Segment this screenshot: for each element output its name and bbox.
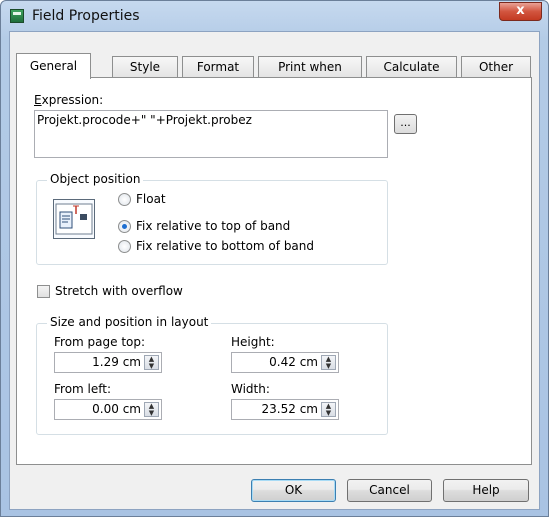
from-left-value: 0.00 cm (92, 402, 141, 416)
tab-other[interactable]: Other (461, 56, 531, 78)
layout-group-title: Size and position in layout (47, 315, 212, 329)
from-top-label: From page top: (54, 335, 146, 349)
close-icon: x (516, 3, 525, 18)
tab-style[interactable]: Style (112, 56, 178, 78)
expression-label-rest: xpression: (41, 93, 104, 107)
radio-float-label: Float (136, 192, 166, 206)
spin-arrows-icon[interactable]: ▲ ▼ (321, 402, 336, 417)
spin-arrows-icon[interactable]: ▲ ▼ (144, 402, 159, 417)
spin-arrows-icon[interactable]: ▲ ▼ (144, 355, 159, 370)
width-stepper[interactable]: 23.52 cm ▲ ▼ (231, 399, 339, 420)
stretch-checkbox[interactable] (37, 285, 50, 298)
expression-browse-button[interactable]: ... (394, 114, 417, 134)
radio-fix-bottom-label: Fix relative to bottom of band (136, 239, 315, 253)
object-position-title: Object position (47, 172, 144, 186)
from-top-value: 1.29 cm (92, 355, 141, 369)
tab-format[interactable]: Format (182, 56, 254, 78)
app-icon (10, 9, 24, 23)
title-bar: Field Properties x (1, 1, 548, 31)
from-left-label: From left: (54, 382, 112, 396)
radio-float[interactable] (118, 193, 131, 206)
from-top-stepper[interactable]: 1.29 cm ▲ ▼ (54, 352, 162, 373)
tab-calculate[interactable]: Calculate (366, 56, 457, 78)
spin-arrows-icon[interactable]: ▲ ▼ (321, 355, 336, 370)
radio-fix-top-label: Fix relative to top of band (136, 219, 291, 233)
window-title: Field Properties (32, 8, 140, 24)
tab-general[interactable]: General (16, 53, 91, 79)
tab-print-when[interactable]: Print when (258, 56, 362, 78)
cancel-button[interactable]: Cancel (347, 479, 432, 502)
height-label: Height: (231, 335, 275, 349)
height-value: 0.42 cm (269, 355, 318, 369)
ok-button[interactable]: OK (251, 479, 336, 502)
height-stepper[interactable]: 0.42 cm ▲ ▼ (231, 352, 339, 373)
width-value: 23.52 cm (261, 402, 318, 416)
stretch-label: Stretch with overflow (55, 284, 183, 298)
width-label: Width: (231, 382, 270, 396)
close-button[interactable]: x (499, 2, 542, 21)
expression-label: Expression: (34, 93, 104, 107)
object-position-icon (53, 199, 95, 239)
expression-value: Projekt.procode+" "+Projekt.probez (37, 113, 252, 127)
expression-input[interactable]: Projekt.procode+" "+Projekt.probez (34, 110, 388, 158)
help-button[interactable]: Help (443, 479, 529, 502)
radio-fix-top[interactable] (118, 220, 131, 233)
radio-fix-bottom[interactable] (118, 240, 131, 253)
from-left-stepper[interactable]: 0.00 cm ▲ ▼ (54, 399, 162, 420)
